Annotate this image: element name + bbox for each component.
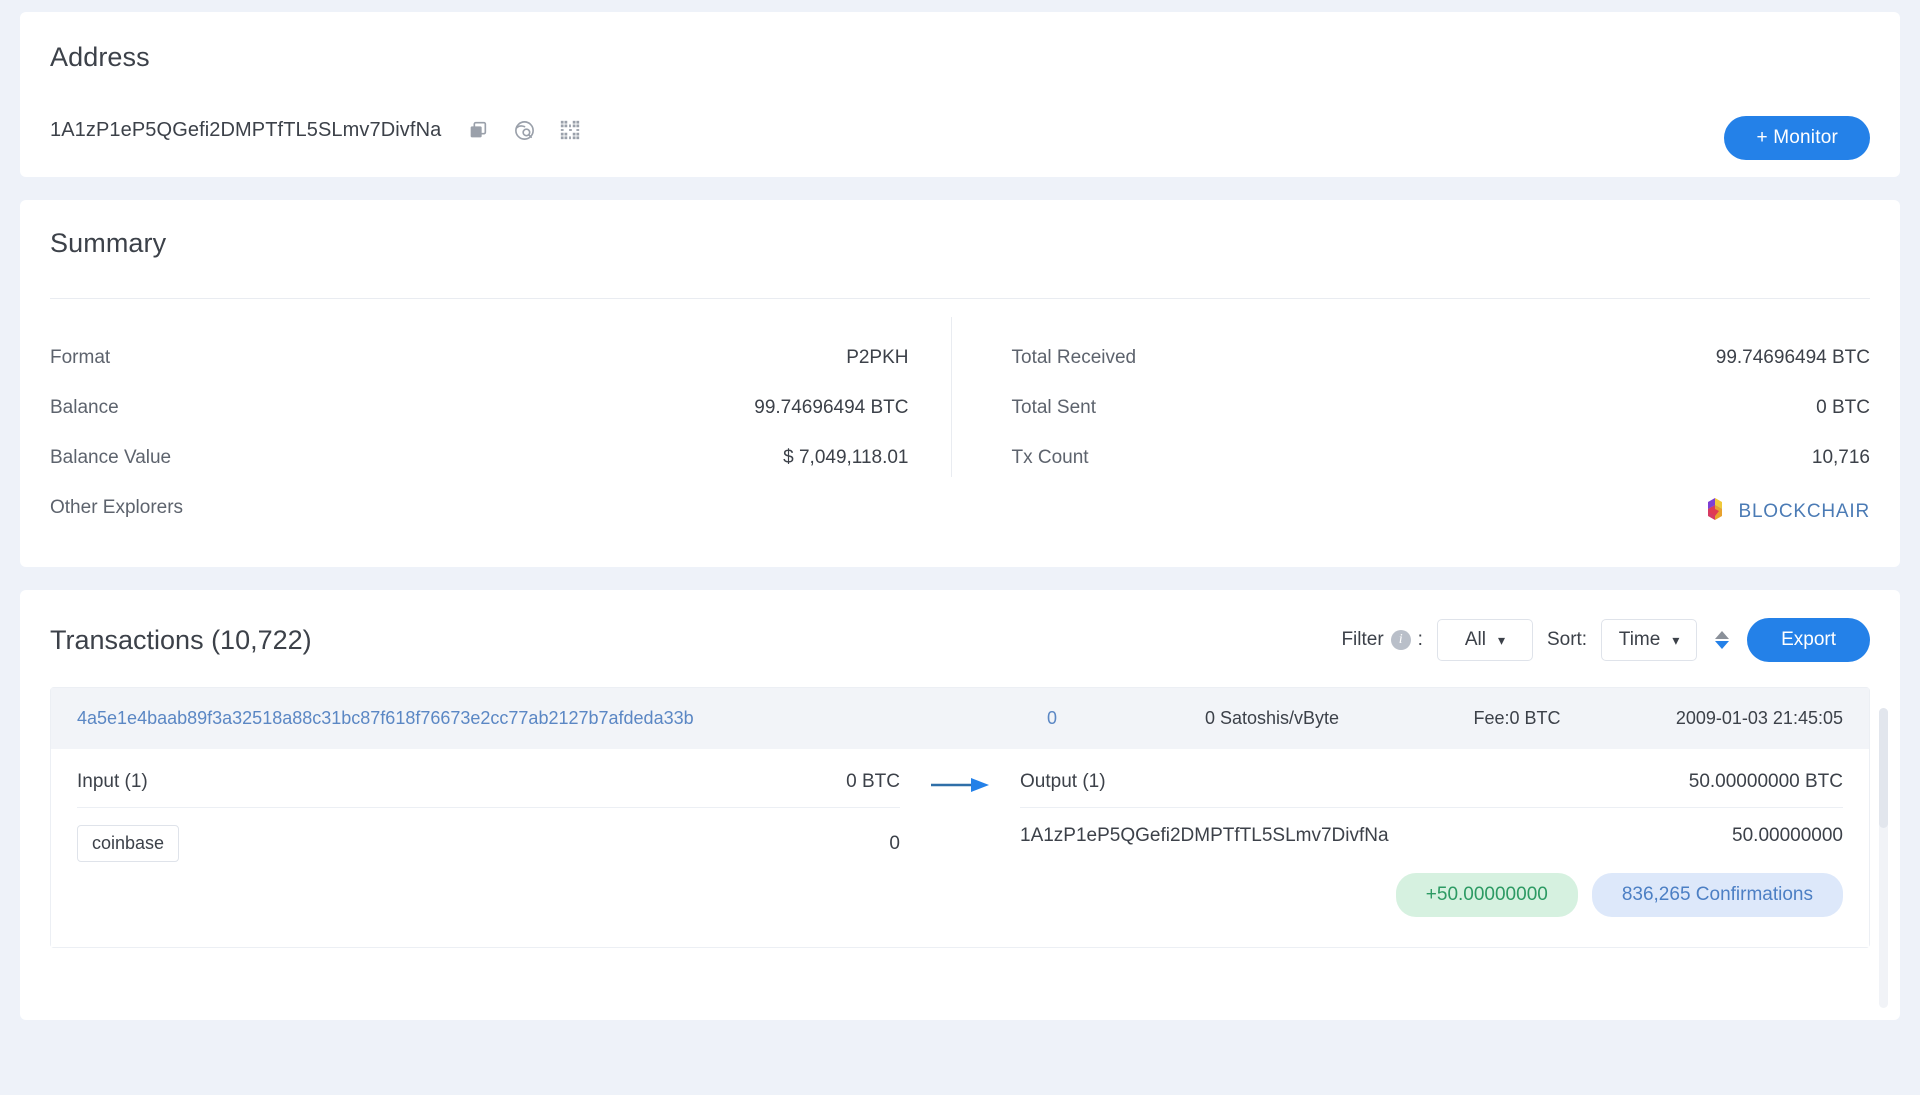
copy-icon[interactable] [465,117,491,143]
flow-arrow-container [900,771,1020,800]
inputs-header-label: Input (1) [77,771,148,792]
sort-ascending-icon [1715,631,1730,639]
sort-select-value: Time [1618,629,1661,650]
summary-right-column: Total Received 99.74696494 BTC Total Sen… [950,317,1871,541]
info-icon[interactable]: i [1390,630,1411,650]
sort-label: Sort: [1546,629,1588,650]
summary-row-balance-value: Balance Value $ 7,049,118.01 [50,433,909,483]
summary-row-total-sent: Total Sent 0 BTC [1012,383,1871,433]
summary-label-tx-count: Tx Count [1011,447,1089,468]
chevron-down-icon: ▾ [1672,631,1680,648]
filter-select[interactable]: All ▾ [1436,619,1533,661]
transaction-block-link[interactable]: 0 [977,708,1127,729]
transaction-fee-rate: 0 Satoshis/vByte [1204,708,1340,728]
sort-select[interactable]: Time ▾ [1601,619,1698,661]
summary-row-total-received: Total Received 99.74696494 BTC [1012,333,1871,383]
sort-direction-toggle[interactable] [1711,631,1733,649]
export-button[interactable]: Export [1747,618,1870,662]
outputs-header-label: Output (1) [1020,771,1106,792]
input-item-value: 0 [889,832,900,854]
address-row: 1A1zP1eP5QGefi2DMPTfTL5SLmv7DivfNa [50,117,1870,143]
outputs-header-value: 50.00000000 BTC [1688,771,1843,792]
summary-card: Summary Format P2PKH Balance 99.74696494… [20,200,1900,567]
summary-row-tx-count: Tx Count 10,716 [1012,433,1871,483]
address-value: 1A1zP1eP5QGefi2DMPTfTL5SLmv7DivfNa [50,118,442,141]
transactions-controls: Filter i : All ▾ Sort: Time ▾ Export [1341,618,1870,662]
inputs-header-value: 0 BTC [846,771,900,792]
summary-label-balance: Balance [50,397,119,418]
page-root: Address 1A1zP1eP5QGefi2DMPTfTL5SLmv7Divf… [0,12,1920,1095]
transactions-scrollbar-track[interactable] [1879,708,1888,1008]
transaction-timestamp: 2009-01-03 21:45:05 [1675,708,1843,728]
filter-label-group: Filter i : [1341,629,1423,651]
transactions-scrollbar-thumb[interactable] [1879,708,1888,828]
summary-row-balance: Balance 99.74696494 BTC [50,383,909,433]
sort-descending-icon [1715,641,1730,649]
transaction-hash-link[interactable]: 4a5e1e4baab89f3a32518a88c31bc87f618f7667… [77,708,977,729]
address-card-title: Address [50,42,150,72]
transaction-badges: +50.00000000 836,265 Confirmations [1020,873,1843,917]
output-item-value: 50.00000000 [1732,825,1843,846]
transactions-title: Transactions (10,722) [50,624,312,655]
transaction-inputs: Input (1) 0 BTC coinbase 0 [77,771,900,862]
summary-value-format: P2PKH [846,347,909,368]
summary-row-explorer-link: BLOCKCHAIR [1012,483,1871,541]
transaction-row-details: Input (1) 0 BTC coinbase 0 Output (1) 50… [51,749,1869,947]
coinbase-tag[interactable]: coinbase [77,825,180,862]
summary-value-balance: 99.74696494 BTC [754,397,909,418]
arrow-right-icon [929,775,991,800]
qr-code-icon[interactable] [557,117,583,143]
summary-label-total-sent: Total Sent [1011,397,1097,418]
transaction-list: 4a5e1e4baab89f3a32518a88c31bc87f618f7667… [50,687,1870,948]
summary-value-balance-value: $ 7,049,118.01 [783,447,909,468]
output-item: 1A1zP1eP5QGefi2DMPTfTL5SLmv7DivfNa 50.00… [1020,808,1843,847]
monitor-button[interactable]: + Monitor [1724,116,1870,160]
explore-search-icon[interactable] [511,117,537,143]
chevron-down-icon: ▾ [1498,631,1506,648]
inputs-header: Input (1) 0 BTC [77,771,900,808]
summary-label-other-explorers: Other Explorers [50,497,184,518]
summary-value-total-sent: 0 BTC [1816,397,1870,418]
summary-grid: Format P2PKH Balance 99.74696494 BTC Bal… [50,317,1870,541]
transaction-fee: Fee:0 BTC [1473,708,1561,728]
amount-badge: +50.00000000 [1395,873,1578,917]
confirmations-badge: 836,265 Confirmations [1591,873,1843,917]
blockchair-label: BLOCKCHAIR [1738,501,1870,522]
summary-value-tx-count: 10,716 [1811,447,1870,468]
filter-colon: : [1417,629,1423,650]
transactions-header: Transactions (10,722) Filter i : All ▾ S… [50,618,1870,662]
output-item-address[interactable]: 1A1zP1eP5QGefi2DMPTfTL5SLmv7DivfNa [1020,825,1389,847]
summary-value-total-received: 99.74696494 BTC [1715,347,1870,368]
address-card: Address 1A1zP1eP5QGefi2DMPTfTL5SLmv7Divf… [20,12,1900,177]
transaction-row-summary: 4a5e1e4baab89f3a32518a88c31bc87f618f7667… [51,688,1869,749]
summary-row-other-explorers: Other Explorers [50,483,909,533]
summary-card-title: Summary [50,228,167,258]
blockchair-logo-icon [1704,497,1726,527]
summary-label-total-received: Total Received [1011,347,1137,368]
summary-row-format: Format P2PKH [50,333,909,383]
address-action-icons [465,117,583,143]
summary-label-balance-value: Balance Value [50,447,172,468]
input-item: coinbase 0 [77,808,900,862]
filter-select-value: All [1464,629,1486,650]
outputs-header: Output (1) 50.00000000 BTC [1020,771,1843,808]
filter-label: Filter [1341,629,1384,650]
summary-divider [50,298,1870,299]
summary-left-column: Format P2PKH Balance 99.74696494 BTC Bal… [50,317,951,541]
transactions-card: Transactions (10,722) Filter i : All ▾ S… [20,590,1900,1020]
summary-label-format: Format [50,347,111,368]
blockchair-link[interactable]: BLOCKCHAIR [1704,497,1870,527]
transaction-outputs: Output (1) 50.00000000 BTC 1A1zP1eP5QGef… [1020,771,1843,917]
